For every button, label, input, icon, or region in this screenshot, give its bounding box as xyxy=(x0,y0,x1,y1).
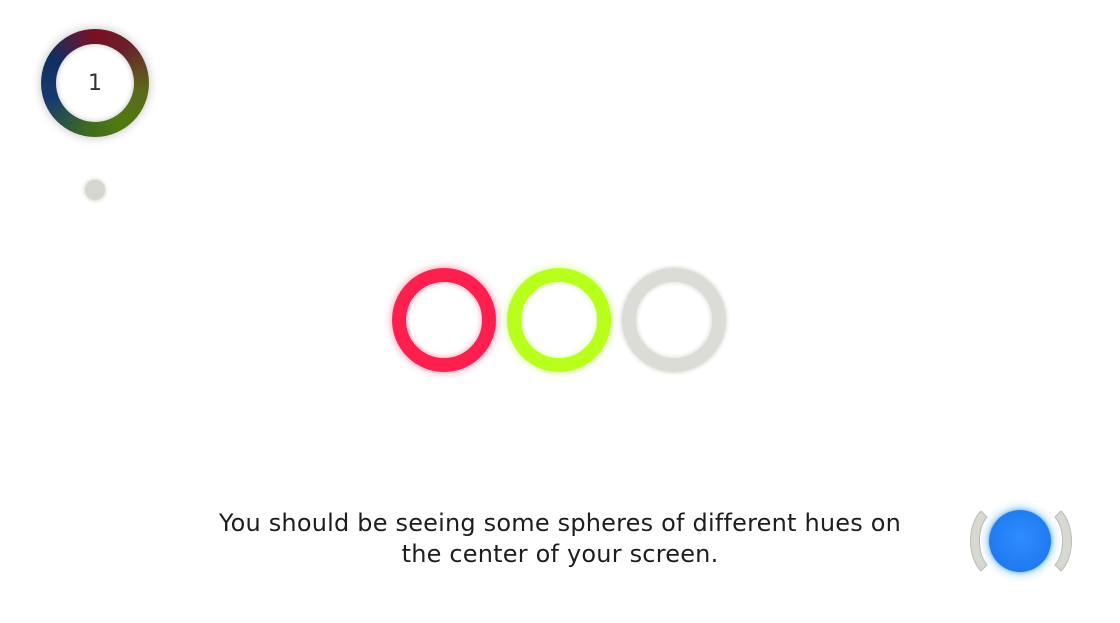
green-sphere[interactable] xyxy=(507,268,611,372)
level-badge: 1 xyxy=(41,29,149,137)
next-button[interactable] xyxy=(965,505,1077,577)
level-number: 1 xyxy=(88,70,102,96)
game-stage: 1 You should be seeing some spheres of d… xyxy=(0,0,1120,623)
instruction-line-1: You should be seeing some spheres of dif… xyxy=(218,509,902,537)
gray-sphere[interactable] xyxy=(622,268,726,372)
instruction-text: You should be seeing some spheres of dif… xyxy=(180,508,940,570)
progress-dot xyxy=(85,180,105,200)
next-sphere-icon[interactable] xyxy=(989,510,1051,572)
red-sphere[interactable] xyxy=(392,268,496,372)
instruction-line-2: the center of your screen. xyxy=(401,540,719,568)
